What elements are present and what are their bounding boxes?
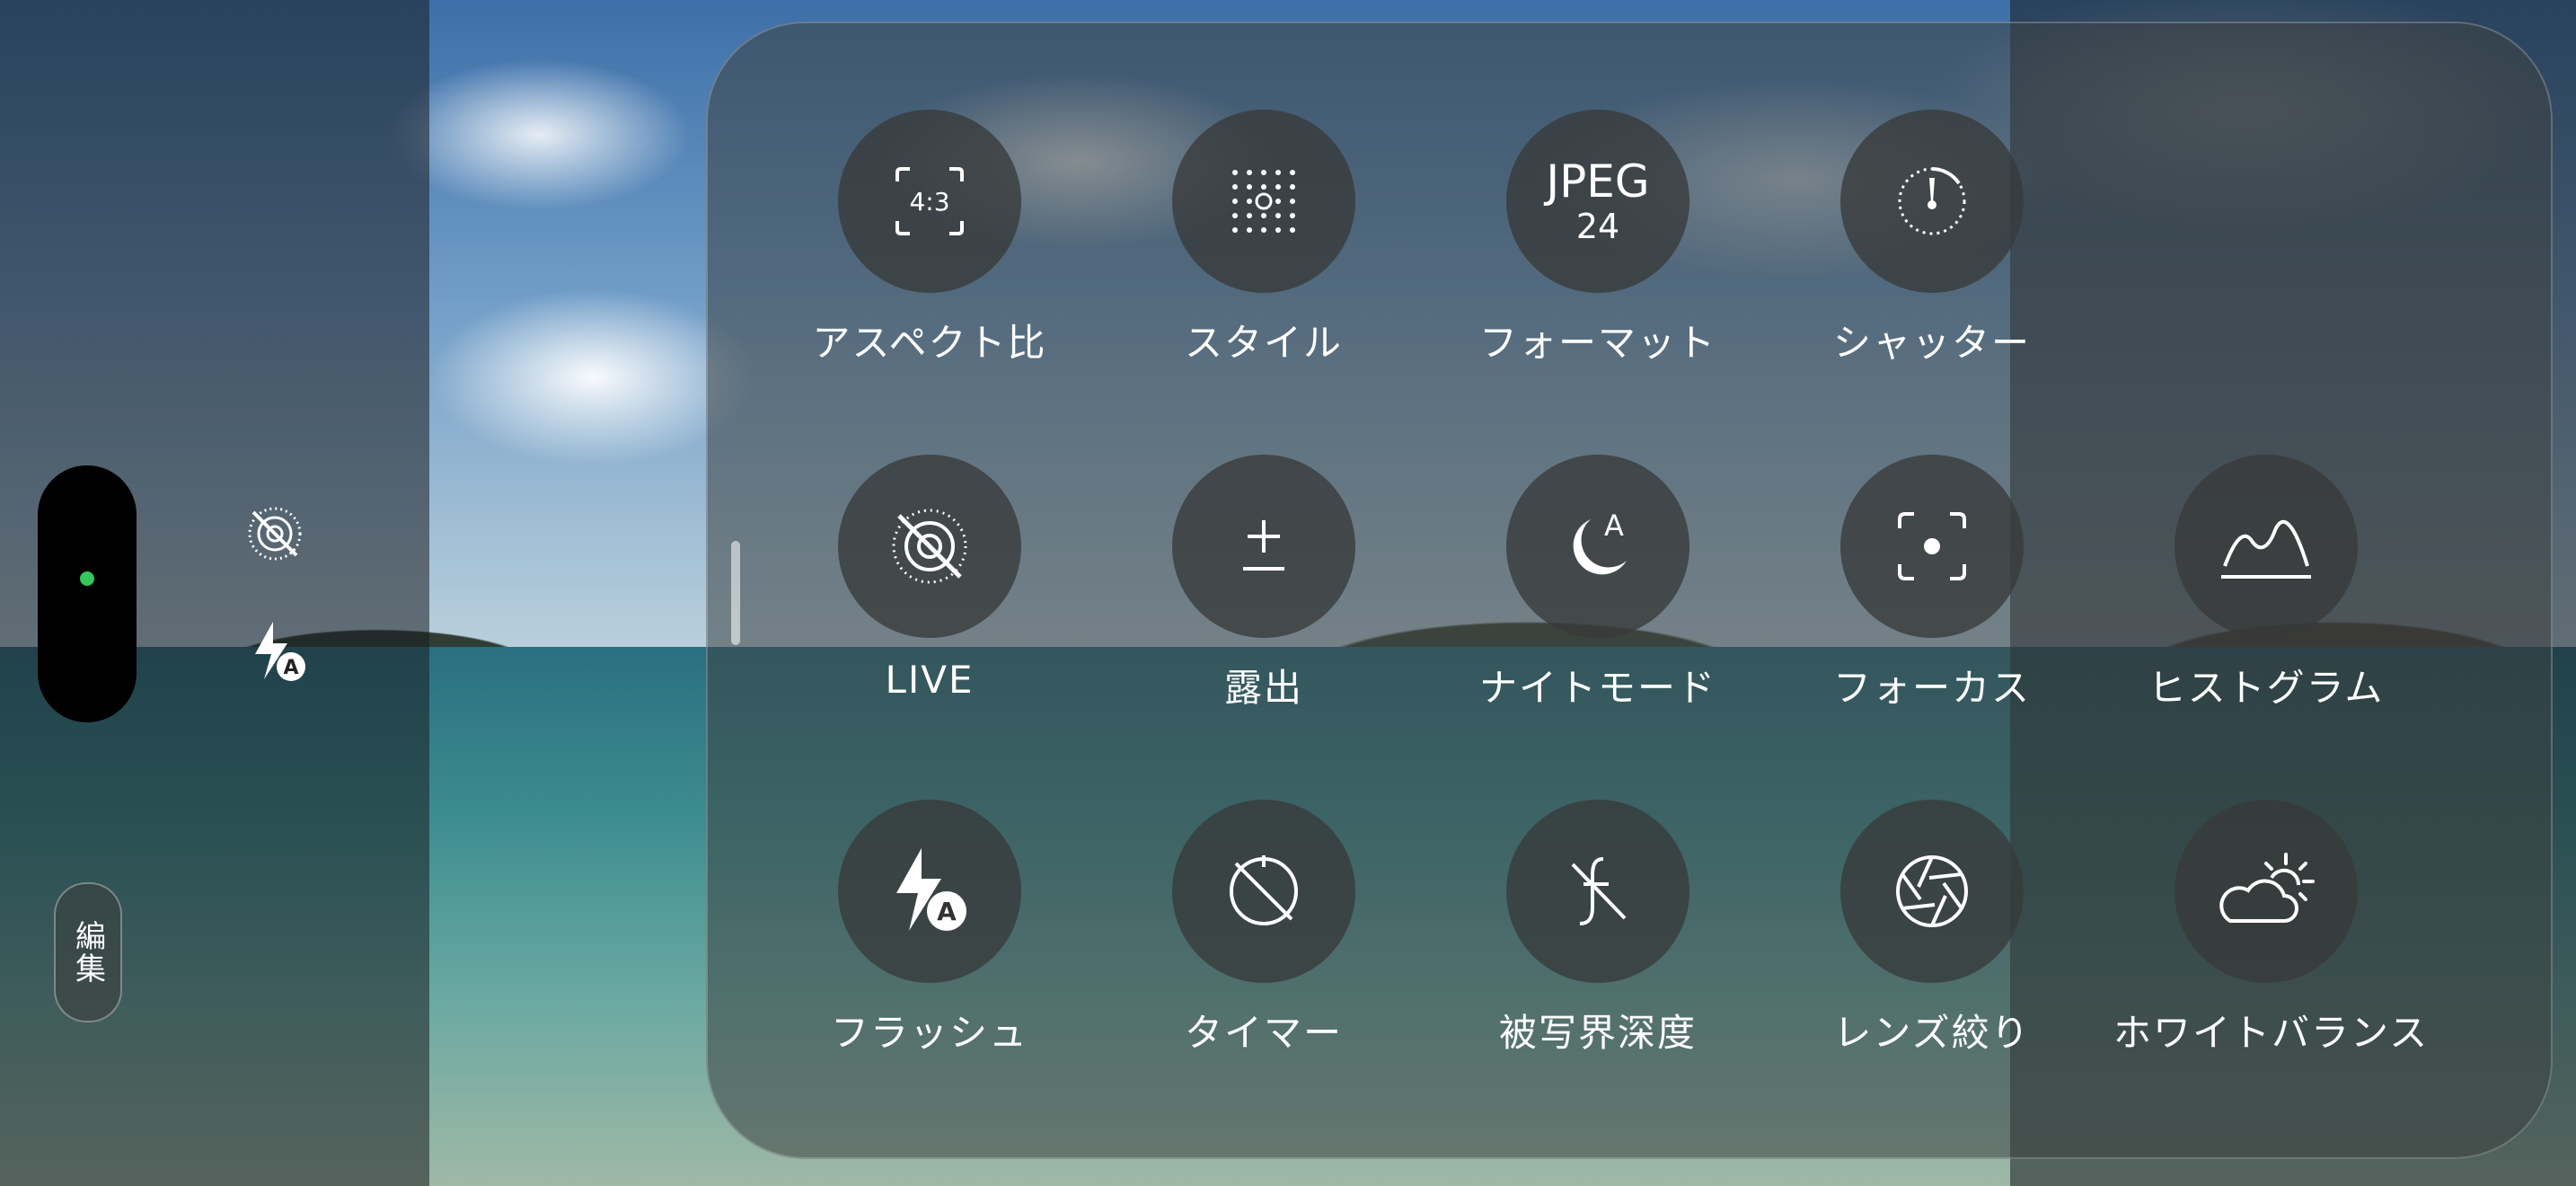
live-off-icon bbox=[838, 455, 1021, 638]
control-label: 被写界深度 bbox=[1498, 1011, 1697, 1055]
histogram-icon bbox=[2175, 455, 2358, 638]
svg-text:A: A bbox=[283, 657, 298, 679]
depth-of-field-icon bbox=[1506, 800, 1689, 983]
control-depth-of-field[interactable]: 被写界深度 bbox=[1445, 800, 1751, 1060]
flash-auto-icon: A bbox=[838, 800, 1021, 983]
svg-text:4:3: 4:3 bbox=[909, 187, 949, 217]
timer-off-icon bbox=[1172, 800, 1355, 983]
active-indicator-dot bbox=[80, 571, 94, 586]
control-timer[interactable]: タイマー bbox=[1111, 800, 1416, 1060]
control-label: フォーカス bbox=[1832, 666, 2031, 710]
control-label: タイマー bbox=[1184, 1011, 1343, 1055]
control-white-balance[interactable]: ホワイトバランス bbox=[2113, 800, 2430, 1060]
control-label: ヒストグラム bbox=[2148, 666, 2385, 710]
control-format[interactable]: JPEG 24 フォーマット bbox=[1445, 110, 1751, 370]
live-off-icon[interactable] bbox=[244, 503, 305, 568]
svg-text:A: A bbox=[937, 897, 957, 926]
night-mode-icon: A bbox=[1506, 455, 1689, 638]
control-label: 露出 bbox=[1223, 666, 1303, 710]
white-balance-icon bbox=[2175, 800, 2358, 983]
control-label: シャッター bbox=[1832, 321, 2031, 365]
control-label: フォーマット bbox=[1478, 321, 1716, 365]
control-label: アスペクト比 bbox=[812, 321, 1047, 365]
aperture-icon bbox=[1840, 800, 2024, 983]
control-label: レンズ絞り bbox=[1833, 1011, 2031, 1055]
control-label: ホワイトバランス bbox=[2113, 1011, 2430, 1055]
svg-text:A: A bbox=[1604, 509, 1624, 543]
shutter-icon bbox=[1840, 110, 2024, 293]
control-flash[interactable]: A フラッシュ bbox=[777, 800, 1082, 1060]
control-label: スタイル bbox=[1184, 321, 1343, 365]
style-grid-icon bbox=[1172, 110, 1355, 293]
control-live[interactable]: LIVE bbox=[777, 455, 1082, 715]
format-type-text: JPEG bbox=[1546, 155, 1650, 208]
focus-icon bbox=[1840, 455, 2024, 638]
exposure-icon bbox=[1172, 455, 1355, 638]
aspect-ratio-icon: 4:3 bbox=[838, 110, 1021, 293]
control-night-mode[interactable]: A ナイトモード bbox=[1445, 455, 1751, 715]
control-label: ナイトモード bbox=[1478, 666, 1716, 710]
control-label: フラッシュ bbox=[830, 1011, 1028, 1055]
control-shutter[interactable]: シャッター bbox=[1779, 110, 2085, 370]
control-focus[interactable]: フォーカス bbox=[1779, 455, 2085, 715]
control-exposure[interactable]: 露出 bbox=[1111, 455, 1416, 715]
control-histogram[interactable]: ヒストグラム bbox=[2113, 455, 2419, 715]
format-jpeg-icon: JPEG 24 bbox=[1506, 110, 1689, 293]
panel-drag-handle[interactable] bbox=[731, 541, 740, 645]
control-aperture[interactable]: レンズ絞り bbox=[1779, 800, 2085, 1060]
edit-button[interactable]: 編集 bbox=[54, 882, 122, 1022]
control-style[interactable]: スタイル bbox=[1111, 110, 1416, 370]
control-aspect-ratio[interactable]: 4:3 アスペクト比 bbox=[777, 110, 1082, 370]
flash-auto-icon[interactable]: A bbox=[250, 620, 309, 688]
control-label: LIVE bbox=[885, 658, 975, 702]
capture-pill[interactable] bbox=[38, 465, 137, 722]
format-bit-text: 24 bbox=[1575, 207, 1620, 246]
